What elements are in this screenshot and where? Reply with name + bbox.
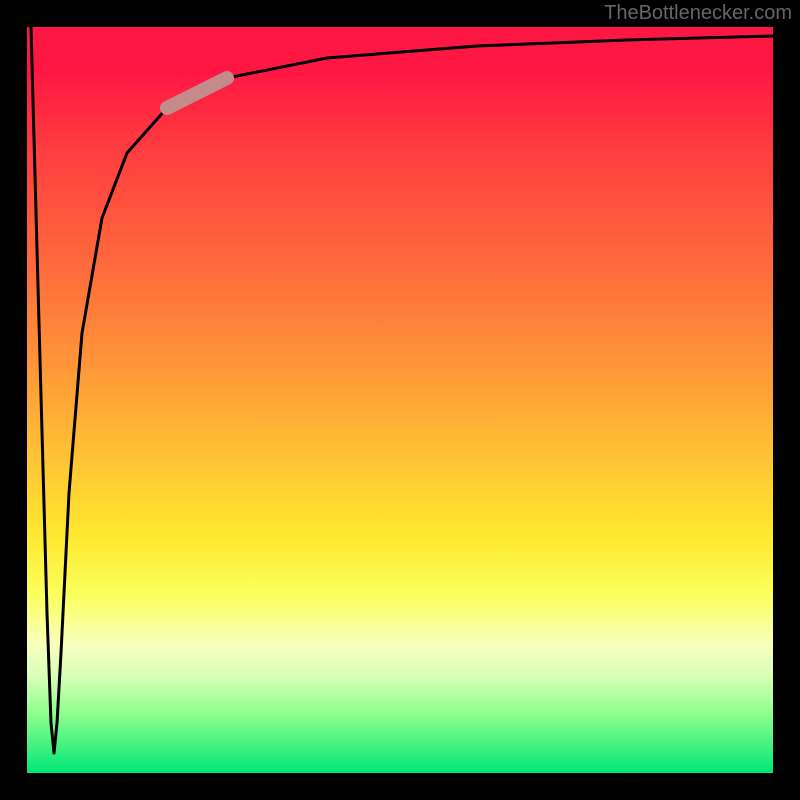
chart-main-curve — [31, 27, 773, 753]
chart-highlight-segment — [167, 78, 227, 108]
chart-curve-svg — [27, 27, 773, 773]
watermark-text: TheBottlenecker.com — [604, 2, 792, 25]
